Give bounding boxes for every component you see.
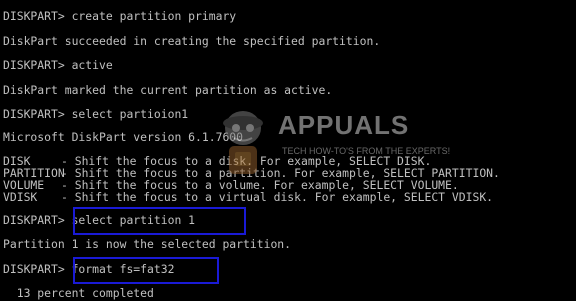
console-line-select-partition: DISKPART> select partition 1 [3, 213, 196, 227]
help-key: VDISK [3, 190, 38, 204]
command-prompt-window[interactable]: DISKPART> create partition primary DiskP… [0, 0, 576, 301]
console-line-format: DISKPART> format fs=fat32 [3, 262, 175, 276]
console-line-active: DISKPART> active [3, 58, 113, 72]
console-line-create-partition: DISKPART> create partition primary [3, 9, 237, 23]
help-row-vdisk: VDISK - Shift the focus to a virtual dis… [3, 191, 493, 204]
console-line-progress: 13 percent completed [3, 286, 154, 300]
console-line-active-result: DiskPart marked the current partition as… [3, 83, 333, 97]
console-line-select-typo: DISKPART> select partioion1 [3, 107, 189, 121]
console-line-diskpart-version: Microsoft DiskPart version 6.1.7600 [3, 130, 244, 144]
console-line-create-result: DiskPart succeeded in creating the speci… [3, 34, 381, 48]
help-description: - Shift the focus to a virtual disk. For… [61, 190, 494, 204]
watermark-brand: APPUALS [278, 110, 410, 140]
console-line-select-result: Partition 1 is now the selected partitio… [3, 237, 292, 251]
